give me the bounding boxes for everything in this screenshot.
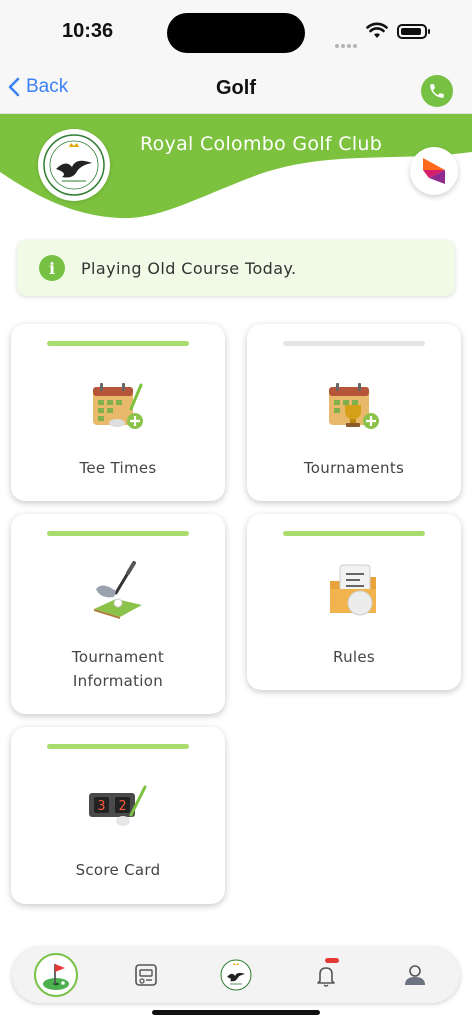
tile-status-bar xyxy=(283,531,425,536)
battery-icon xyxy=(397,24,430,39)
calendar-trophy-icon xyxy=(319,372,389,442)
tab-bookings[interactable] xyxy=(124,953,168,997)
club-name: Royal Colombo Golf Club xyxy=(140,133,383,155)
home-indicator xyxy=(152,1010,320,1015)
golf-flag-icon xyxy=(43,964,69,990)
tab-profile[interactable] xyxy=(393,953,437,997)
notification-badge xyxy=(325,958,339,963)
dynamic-island xyxy=(167,13,305,53)
tab-club[interactable] xyxy=(214,953,258,997)
brand-logo-icon xyxy=(423,158,445,184)
tile-status-bar xyxy=(283,341,425,346)
golf-club-ball-icon xyxy=(83,554,153,624)
navigation-bar: Back Golf xyxy=(0,62,472,114)
tile-label: Rules xyxy=(333,648,375,666)
profile-icon xyxy=(405,965,425,985)
club-crest-icon xyxy=(220,959,252,991)
svg-text:3: 3 xyxy=(98,799,106,814)
phone-icon xyxy=(430,84,444,98)
tile-tournament-information[interactable]: Tournament Information xyxy=(11,514,225,714)
tile-status-bar xyxy=(47,531,189,536)
club-logo xyxy=(38,129,110,201)
scoreboard-icon: 3 2 xyxy=(83,771,153,841)
tile-tournaments[interactable]: Tournaments xyxy=(247,324,461,501)
call-button[interactable] xyxy=(421,75,453,107)
status-bar: 10:36 xyxy=(0,0,472,62)
notification-bell-icon xyxy=(317,967,335,987)
tile-score-card[interactable]: 3 2 Score Card xyxy=(11,727,225,904)
tile-label: Tournament Information xyxy=(71,648,165,690)
page-title: Golf xyxy=(216,77,256,99)
status-time: 10:36 xyxy=(62,20,114,42)
tab-notifications[interactable] xyxy=(304,953,348,997)
wifi-icon xyxy=(366,22,388,38)
info-icon: i xyxy=(39,255,65,281)
club-crest-icon xyxy=(43,134,105,196)
tile-label: Tee Times xyxy=(79,459,157,477)
tile-label: Tournaments xyxy=(303,459,405,477)
cellular-signal-icon xyxy=(335,33,361,48)
booking-icon xyxy=(135,964,157,986)
tile-rules[interactable]: Rules xyxy=(247,514,461,690)
tile-status-bar xyxy=(47,341,189,346)
svg-text:2: 2 xyxy=(119,799,127,814)
notice-text: Playing Old Course Today. xyxy=(81,258,297,278)
tile-tee-times[interactable]: Tee Times xyxy=(11,324,225,501)
tile-status-bar xyxy=(47,744,189,749)
brand-button[interactable] xyxy=(410,147,458,195)
tab-golf[interactable] xyxy=(34,953,78,997)
folder-document-ball-icon xyxy=(319,554,389,624)
tile-label: Score Card xyxy=(75,861,161,879)
calendar-add-icon xyxy=(83,372,153,442)
course-notice: i Playing Old Course Today. xyxy=(17,240,455,296)
bottom-tab-bar xyxy=(12,947,460,1003)
